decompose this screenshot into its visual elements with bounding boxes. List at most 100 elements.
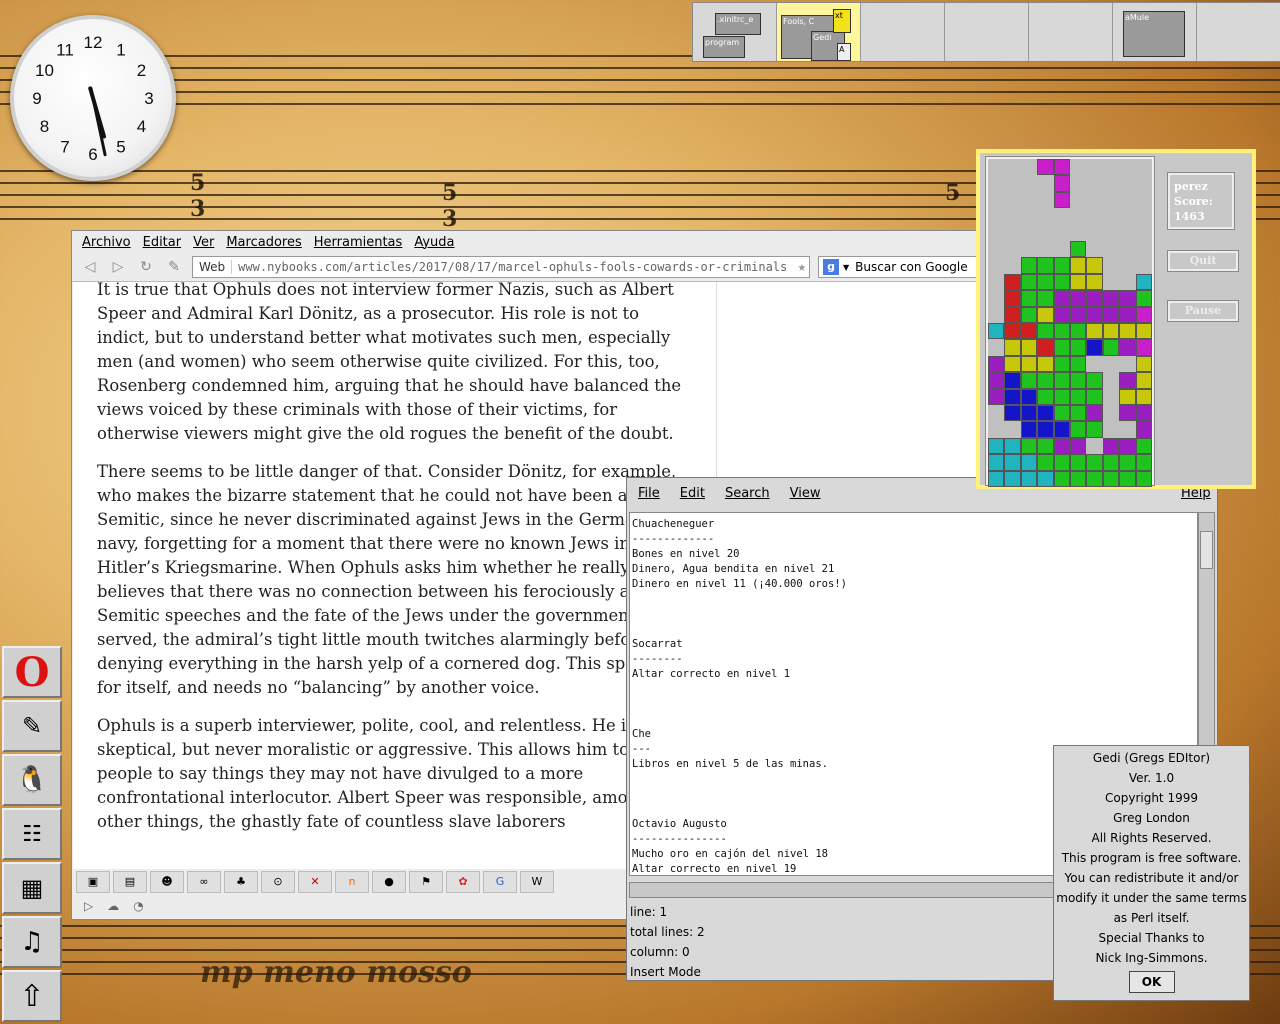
tetris-cell bbox=[1070, 257, 1087, 274]
music-icon[interactable]: ♫ bbox=[2, 916, 62, 968]
globe-icon[interactable]: ● bbox=[372, 871, 406, 893]
tetris-cell bbox=[1135, 290, 1152, 307]
pager-window[interactable]: xt bbox=[833, 9, 851, 33]
tetris-cell bbox=[1053, 454, 1070, 471]
gedi-menu-item[interactable]: View bbox=[790, 486, 821, 501]
clock-face: 12 12 3 45678 9 1011 bbox=[32, 33, 153, 164]
tetris-cell bbox=[1020, 405, 1038, 422]
tetris-cell bbox=[1135, 355, 1152, 373]
pager-desktop[interactable] bbox=[1197, 3, 1280, 61]
reload-icon[interactable]: ↻ bbox=[136, 257, 156, 277]
wikipedia-icon[interactable]: W bbox=[520, 871, 554, 893]
pause-button[interactable]: Pause bbox=[1167, 300, 1239, 322]
quit-button[interactable]: Quit bbox=[1167, 250, 1239, 272]
xpdf-icon[interactable]: ✎ bbox=[2, 700, 62, 752]
tetris-cell bbox=[1037, 159, 1054, 176]
ok-button[interactable]: OK bbox=[1128, 971, 1175, 993]
tetris-cell bbox=[1004, 454, 1021, 471]
browser-menu-item[interactable]: Archivo bbox=[82, 235, 131, 250]
gedi-menu-item[interactable]: File bbox=[638, 486, 660, 501]
tetris-cell bbox=[1070, 273, 1087, 291]
browser-menu-item[interactable]: Ayuda bbox=[414, 235, 454, 250]
tetris-cell bbox=[1086, 470, 1103, 487]
tetris-cell bbox=[1053, 273, 1070, 291]
tetris-board[interactable] bbox=[985, 156, 1155, 487]
tetris-cell bbox=[1102, 323, 1120, 340]
tetris-cell bbox=[1086, 405, 1103, 422]
pager-desktop[interactable]: Fools, C Gedi xt A bbox=[777, 3, 861, 61]
pager-desktop[interactable] bbox=[1029, 3, 1113, 61]
glasses-icon[interactable]: ∞ bbox=[187, 871, 221, 893]
tetris-cell bbox=[1053, 372, 1070, 389]
save-icon[interactable]: ▣ bbox=[76, 871, 110, 893]
tetris-cell bbox=[1135, 470, 1152, 487]
news-icon[interactable]: ▦ bbox=[2, 862, 62, 914]
tetris-cell bbox=[1086, 306, 1103, 323]
document-icon[interactable]: ▤ bbox=[113, 871, 147, 893]
tetris-cell bbox=[1119, 437, 1136, 455]
address-bar[interactable]: Web www.nybooks.com/articles/2017/08/17/… bbox=[192, 256, 810, 278]
back-icon[interactable]: ◁ bbox=[80, 257, 100, 277]
tetris-cell bbox=[1037, 306, 1054, 323]
dock: O ✎ 🐧 ☷ ▦ ♫ ⇧ bbox=[0, 645, 64, 1024]
article-paragraph: It is true that Ophuls does not intervie… bbox=[97, 282, 682, 443]
forward-icon[interactable]: ▷ bbox=[108, 257, 128, 277]
clock-numeral: 10 bbox=[35, 61, 54, 80]
person-icon[interactable]: ☻ bbox=[150, 871, 184, 893]
mouse-icon[interactable]: ⊙ bbox=[261, 871, 295, 893]
gedi-menu-item[interactable]: Search bbox=[725, 486, 770, 501]
cloud-icon[interactable]: ☁ bbox=[107, 899, 119, 913]
url-text: www.nybooks.com/articles/2017/08/17/marc… bbox=[238, 260, 788, 274]
tetris-cell bbox=[1037, 388, 1054, 405]
about-line: Nick Ing-Simmons. bbox=[1095, 951, 1208, 965]
gedi-menu-item[interactable]: Edit bbox=[680, 486, 705, 501]
tetris-cell bbox=[1086, 372, 1103, 389]
g-icon[interactable]: G bbox=[483, 871, 517, 893]
mixer-icon[interactable]: ☷ bbox=[2, 808, 62, 860]
about-line: You can redistribute it and/or bbox=[1064, 871, 1239, 885]
tetris-cell bbox=[1020, 257, 1038, 274]
browser-menu-item[interactable]: Ver bbox=[193, 235, 214, 250]
tetris-cell bbox=[1119, 323, 1136, 340]
tetris-cell bbox=[1053, 339, 1070, 356]
status-total-lines: total lines: 2 bbox=[630, 925, 705, 939]
pager-window[interactable]: program bbox=[703, 36, 745, 58]
browser-menu-item[interactable]: Editar bbox=[143, 235, 182, 250]
browser-menu-item[interactable]: Marcadores bbox=[226, 235, 301, 250]
opera-icon[interactable]: O bbox=[2, 646, 62, 698]
tetris-cell bbox=[1135, 372, 1152, 389]
about-dialog: Gedi (Gregs EDItor) Ver. 1.0 Copyright 199… bbox=[1053, 745, 1250, 1001]
tux-icon[interactable]: 🐧 bbox=[2, 754, 62, 806]
up-arrow-icon[interactable]: ⇧ bbox=[2, 970, 62, 1022]
flag-icon[interactable]: ⚑ bbox=[409, 871, 443, 893]
pager-desktop[interactable]: aMule bbox=[1113, 3, 1197, 61]
bookmark-star-icon[interactable]: ★ bbox=[795, 259, 809, 275]
frog-icon[interactable]: ♣ bbox=[224, 871, 258, 893]
edit-pencil-icon[interactable]: ✎ bbox=[164, 257, 184, 277]
pager-desktop[interactable] bbox=[945, 3, 1029, 61]
search-placeholder: Buscar con Google bbox=[855, 260, 968, 274]
browser-menubar: Archivo Editar Ver Marcadores Herramientas Ay… bbox=[72, 231, 1002, 253]
search-box[interactable]: g ▼ Buscar con Google bbox=[818, 256, 980, 278]
play-icon[interactable]: ▷ bbox=[84, 899, 93, 913]
n-icon[interactable]: n bbox=[335, 871, 369, 893]
tetris-cell bbox=[1053, 159, 1070, 176]
life-ring-icon[interactable]: ✿ bbox=[446, 871, 480, 893]
pager-desktop[interactable]: .xinitrc_e program bbox=[693, 3, 777, 61]
gauge-icon[interactable]: ◔ bbox=[133, 899, 143, 913]
desktop-pager[interactable]: .xinitrc_e program Fools, C Gedi xt AaMule bbox=[692, 2, 1280, 62]
tetris-cell bbox=[1119, 306, 1136, 323]
clock-numeral: 9 bbox=[32, 89, 41, 108]
x-icon[interactable]: ✕ bbox=[298, 871, 332, 893]
pager-desktop[interactable] bbox=[861, 3, 945, 61]
pager-window[interactable]: aMule bbox=[1123, 11, 1185, 57]
tetris-cell bbox=[1070, 241, 1087, 258]
pager-window[interactable]: A bbox=[837, 43, 851, 61]
pager-window[interactable]: .xinitrc_e bbox=[715, 13, 761, 35]
browser-menu-item[interactable]: Herramientas bbox=[314, 235, 403, 250]
tetris-window: perez Score: 1463 Quit Pause bbox=[976, 149, 1256, 489]
tetris-cell bbox=[1053, 290, 1070, 307]
google-icon[interactable]: g bbox=[823, 259, 839, 275]
tetris-cell bbox=[1053, 323, 1070, 340]
tetris-cell bbox=[1119, 290, 1136, 307]
